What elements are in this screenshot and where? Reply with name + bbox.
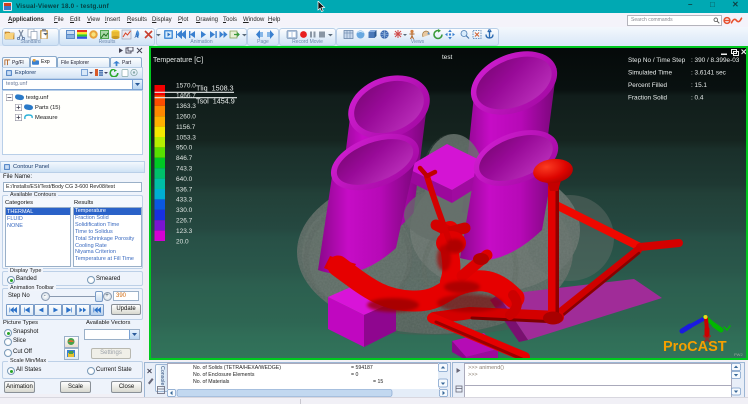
svg-text:A: A (135, 34, 139, 40)
svg-text:: 15.1: : 15.1 (691, 82, 707, 89)
svg-text:Tsol 1454.9: Tsol 1454.9 (196, 97, 235, 106)
svg-text:123.3: 123.3 (176, 228, 193, 235)
svg-text:1156.7: 1156.7 (176, 124, 196, 131)
svg-text:1570.0: 1570.0 (176, 82, 196, 89)
svg-text:PW2: PW2 (734, 352, 743, 357)
svg-text:test: test (442, 54, 453, 61)
svg-text:: 0.4: : 0.4 (691, 95, 704, 102)
svg-text:433.3: 433.3 (176, 197, 193, 204)
svg-text:1363.3: 1363.3 (176, 103, 196, 110)
svg-text:: 390 / 8.399e-03: : 390 / 8.399e-03 (691, 57, 740, 64)
svg-text:640.0: 640.0 (176, 176, 193, 183)
svg-text:846.7: 846.7 (176, 155, 193, 162)
svg-text:Step No / Time Step: Step No / Time Step (628, 57, 686, 64)
svg-text:1053.3: 1053.3 (176, 134, 196, 141)
svg-text:330.0: 330.0 (176, 207, 193, 214)
svg-text:1260.0: 1260.0 (176, 114, 196, 121)
svg-text:743.3: 743.3 (176, 166, 193, 173)
svg-text:20.0: 20.0 (176, 238, 189, 245)
svg-text:Simulated Time: Simulated Time (628, 70, 672, 77)
svg-text:536.7: 536.7 (176, 186, 193, 193)
svg-text:Temperature [C]: Temperature [C] (153, 57, 203, 64)
svg-text:Percent Filled: Percent Filled (628, 82, 668, 89)
svg-text:950.0: 950.0 (176, 145, 193, 152)
svg-text:Fraction Solid: Fraction Solid (628, 95, 668, 102)
svg-text:: 3.6141 sec: : 3.6141 sec (691, 70, 727, 77)
svg-text:226.7: 226.7 (176, 218, 193, 225)
svg-text:1466.7: 1466.7 (176, 93, 196, 100)
svg-text:Tliq 1508.3: Tliq 1508.3 (196, 84, 234, 93)
svg-text:ProCAST: ProCAST (663, 339, 727, 355)
